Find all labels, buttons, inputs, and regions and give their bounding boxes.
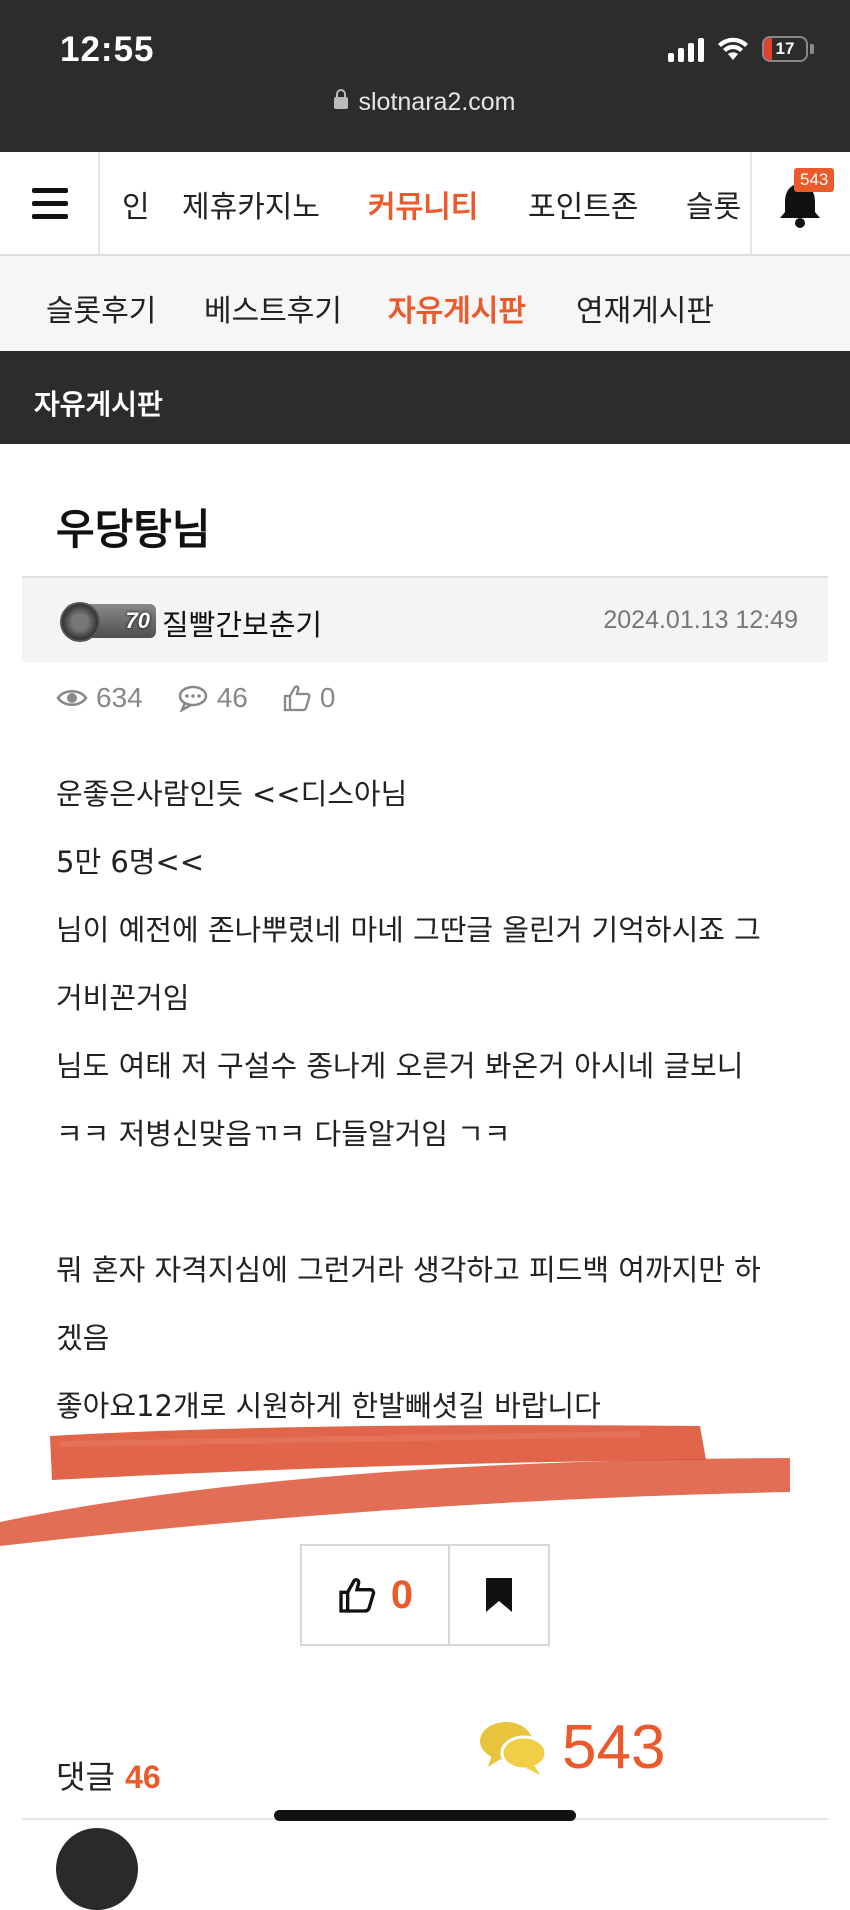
post-actions: 0 [300, 1544, 550, 1646]
notification-button[interactable]: 543 [750, 152, 850, 254]
nav-item-casino[interactable]: 제휴카지노 [182, 182, 320, 226]
status-icons: 17 [668, 36, 814, 62]
post-title: 우당탕님 [56, 505, 211, 554]
status-time: 12:55 [60, 30, 155, 69]
author-name[interactable]: 질빨간보춘기 [162, 602, 322, 644]
nav-scroll[interactable]: 인 제휴카지노 커뮤니티 포인트존 슬롯 [102, 152, 748, 254]
url-text: slotnara2.com [358, 88, 516, 116]
like-count: 0 [390, 1572, 414, 1617]
comment-icon [178, 685, 207, 712]
sub-nav-free-board[interactable]: 자유게시판 [388, 286, 526, 330]
bookmark-button[interactable] [450, 1546, 548, 1644]
bookmark-icon [486, 1578, 512, 1612]
view-count: 634 [96, 682, 143, 713]
body-line: 뭐 혼자 자격지심에 그런거라 생각하고 피드백 여까지만 하 [56, 1253, 761, 1287]
nav-item-point-zone[interactable]: 포인트존 [528, 182, 638, 226]
body-line [56, 1168, 816, 1236]
comment-count: 46 [216, 682, 248, 713]
chat-float-button[interactable]: 543 [478, 1712, 665, 1783]
body-line: ㅋㅋ 저병신맞음ㄲㅋ 다들알거임 ㄱㅋ [56, 1117, 511, 1151]
comment-stat: 46 [177, 682, 248, 714]
eye-icon [56, 690, 88, 706]
sub-nav-slot-review[interactable]: 슬롯후기 [46, 286, 156, 330]
lock-icon [334, 89, 349, 109]
sub-nav-best-review[interactable]: 베스트후기 [204, 286, 342, 330]
body-line: 5만 6명<< [56, 845, 205, 879]
body-line: 겠음 [56, 1321, 110, 1355]
like-stat: 0 [282, 682, 336, 714]
post-body: 운좋은사람인듯 <<디스아님 5만 6명<< 님이 예전에 존나뿌렸네 마네 그… [56, 760, 816, 1440]
body-line: 거비꼰거임 [56, 981, 190, 1015]
body-line: 운좋은사람인듯 <<디스아님 [56, 777, 408, 811]
like-button[interactable]: 0 [302, 1546, 450, 1644]
battery-icon: 17 [762, 36, 808, 62]
like-count-stat: 0 [319, 682, 336, 713]
thumbs-up-icon [283, 685, 311, 712]
post-stats: 634 46 0 [56, 682, 335, 714]
notification-count: 543 [794, 168, 835, 192]
board-header: 자유게시판 [0, 354, 850, 444]
comment-header: 댓글 46 [56, 1752, 161, 1798]
nav-item-partial[interactable]: 인 [122, 182, 150, 226]
board-title: 자유게시판 [34, 388, 163, 421]
body-line: 님도 여태 저 구설수 종나게 오른거 봐온거 아시네 글보니 [56, 1049, 744, 1083]
sub-nav: 슬롯후기 베스트후기 자유게시판 연재게시판 [0, 256, 850, 354]
top-nav: 인 제휴카지노 커뮤니티 포인트존 슬롯 543 [0, 152, 850, 256]
nav-item-slot[interactable]: 슬롯 [686, 182, 741, 226]
url-bar[interactable]: slotnara2.com [0, 88, 850, 117]
menu-button[interactable] [0, 152, 100, 254]
sub-nav-serial-board[interactable]: 연재게시판 [576, 286, 714, 330]
comment-label: 댓글 [56, 1758, 115, 1796]
view-stat: 634 [56, 682, 143, 714]
nav-item-community[interactable]: 커뮤니티 [368, 182, 478, 226]
signal-icon [668, 36, 704, 62]
home-indicator [274, 1810, 576, 1821]
avatar [56, 1828, 138, 1910]
battery-level: 17 [775, 39, 795, 58]
thumbs-up-icon [339, 1578, 376, 1613]
status-bar: 12:55 17 slotnara2.com [0, 0, 850, 152]
body-line: 님이 예전에 존나뿌렸네 마네 그딴글 올린거 기억하시죠 그 [56, 913, 761, 947]
comment-header-count: 46 [125, 1759, 161, 1795]
author-row: 70 질빨간보춘기 2024.01.13 12:49 [22, 576, 828, 662]
level-badge: 70 [60, 602, 156, 642]
chat-bubble-icon [480, 1721, 548, 1775]
chat-float-count: 543 [562, 1713, 666, 1782]
post-date: 2024.01.13 12:49 [603, 606, 798, 634]
wifi-icon [718, 37, 748, 60]
